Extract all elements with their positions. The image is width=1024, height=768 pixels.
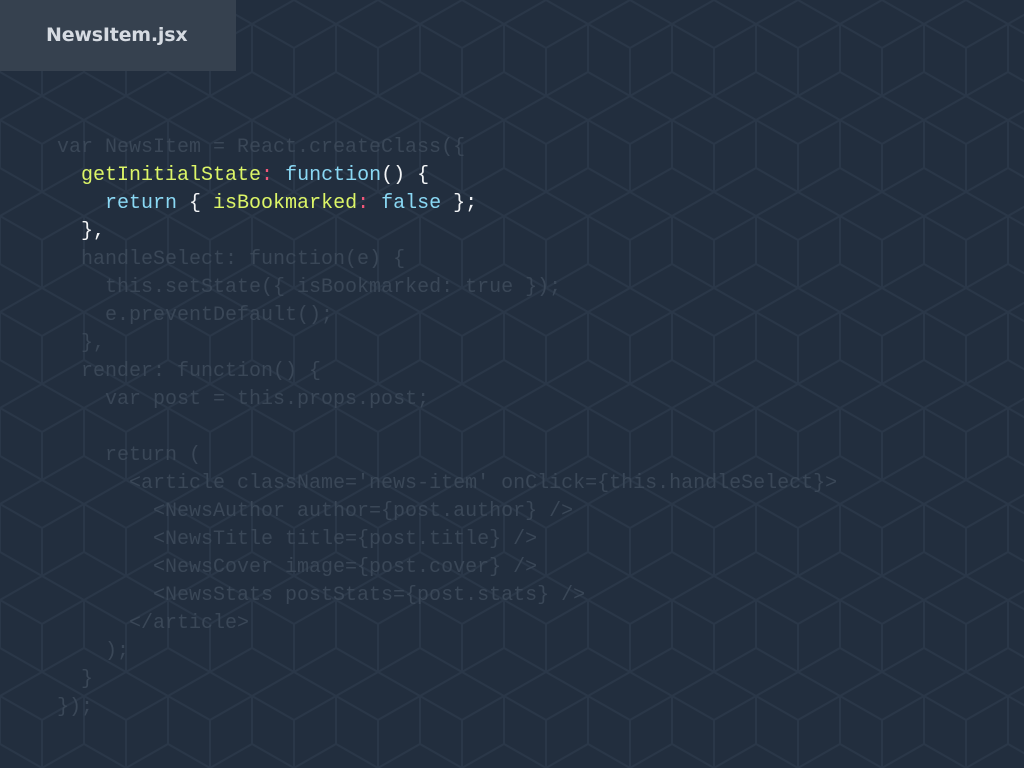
file-tab[interactable]: NewsItem.jsx xyxy=(0,0,236,71)
code-line: this.setState({ isBookmarked: true }); xyxy=(57,274,837,302)
code-token: return xyxy=(105,192,178,215)
code-token: var post = this.props.post; xyxy=(105,388,430,411)
code-token: handleSelect: function(e) { xyxy=(81,248,406,271)
code-line: return { isBookmarked: false }; xyxy=(57,190,837,218)
code-token: () { xyxy=(381,164,430,187)
code-line: } xyxy=(57,666,837,694)
code-token: }, xyxy=(81,332,106,355)
code-token: { xyxy=(177,192,214,215)
code-token: <NewsTitle title={post.title} /> xyxy=(153,528,538,551)
code-line: return ( xyxy=(57,442,837,470)
code-token: return ( xyxy=(105,444,202,467)
code-line: var post = this.props.post; xyxy=(57,386,837,414)
code-token: <NewsStats postStats={post.stats} /> xyxy=(153,584,586,607)
code-line: <NewsTitle title={post.title} /> xyxy=(57,526,837,554)
code-token: } xyxy=(81,668,94,691)
code-token: e.preventDefault(); xyxy=(105,304,334,327)
code-token: }); xyxy=(57,696,94,719)
code-token: false xyxy=(381,192,442,215)
code-line: <article className='news-item' onClick={… xyxy=(57,470,837,498)
code-line: getInitialState: function() { xyxy=(57,162,837,190)
code-token: : xyxy=(261,164,274,187)
code-line: }); xyxy=(57,694,837,722)
code-line: <NewsAuthor author={post.author} /> xyxy=(57,498,837,526)
code-token: </article> xyxy=(129,612,250,635)
code-line: }, xyxy=(57,330,837,358)
code-token: render: function() { xyxy=(81,360,322,383)
code-line: ); xyxy=(57,638,837,666)
file-tab-label: NewsItem.jsx xyxy=(46,24,188,46)
code-token: : xyxy=(357,192,370,215)
code-line: }, xyxy=(57,218,837,246)
code-line: e.preventDefault(); xyxy=(57,302,837,330)
code-token: isBookmarked xyxy=(213,192,358,215)
code-block: var NewsItem = React.createClass({ getIn… xyxy=(57,134,837,722)
code-token: this.setState({ isBookmarked: true }); xyxy=(105,276,562,299)
code-line: var NewsItem = React.createClass({ xyxy=(57,134,837,162)
code-token: getInitialState xyxy=(81,164,262,187)
code-token: }, xyxy=(81,220,106,243)
code-token: ); xyxy=(105,640,130,663)
code-token: }; xyxy=(441,192,478,215)
code-line: handleSelect: function(e) { xyxy=(57,246,837,274)
code-line: render: function() { xyxy=(57,358,837,386)
code-line: </article> xyxy=(57,610,837,638)
code-line: <NewsCover image={post.cover} /> xyxy=(57,554,837,582)
code-token: var NewsItem = React.createClass({ xyxy=(57,136,466,159)
code-token: <article className='news-item' onClick={… xyxy=(129,472,838,495)
code-token: function xyxy=(285,164,382,187)
code-token: <NewsAuthor author={post.author} /> xyxy=(153,500,574,523)
code-token: <NewsCover image={post.cover} /> xyxy=(153,556,538,579)
code-line: <NewsStats postStats={post.stats} /> xyxy=(57,582,837,610)
